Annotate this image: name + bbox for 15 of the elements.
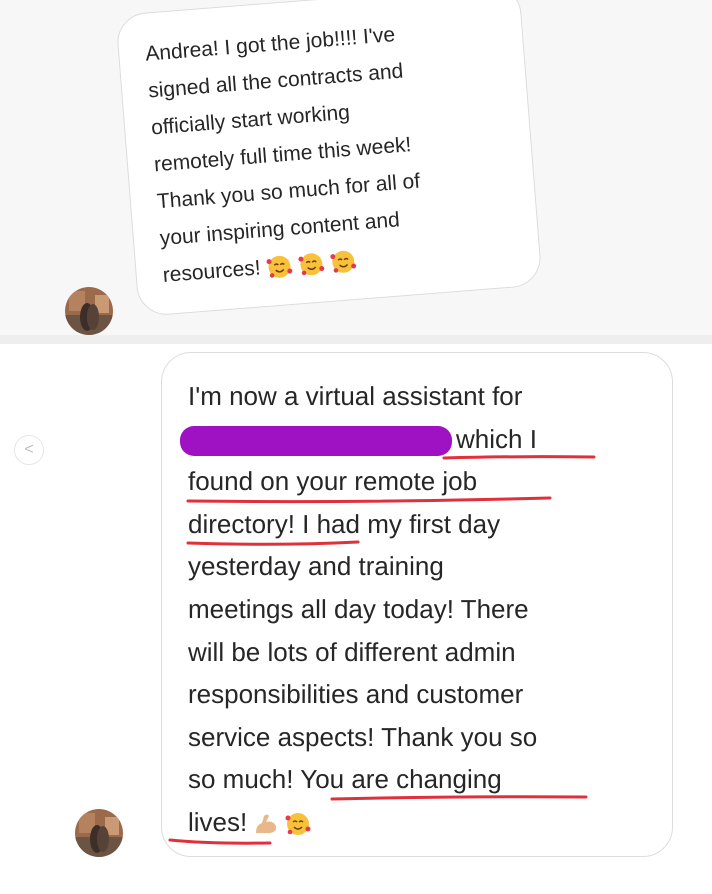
message-line: your inspiring content and xyxy=(159,208,401,250)
smiling-face-icon xyxy=(285,811,312,838)
message-line: service aspects! Thank you so xyxy=(188,722,538,752)
message-line: yesterday and training xyxy=(188,551,444,582)
message-line: responsibilities and customer xyxy=(188,679,524,710)
message-line: I'm now a virtual assistant for xyxy=(188,381,522,411)
message-line: will be lots of different admin xyxy=(188,636,516,667)
message-line: resources! xyxy=(162,256,262,287)
message-line: which I xyxy=(456,424,537,454)
message-line: directory! I had my first day xyxy=(188,508,500,539)
message-line: so much! You are changing xyxy=(188,764,502,794)
message-line: officially start working xyxy=(150,100,351,140)
message-line: meetings all day today! There xyxy=(188,594,529,624)
message-line: found on your remote job xyxy=(188,466,478,496)
message-line: lives! xyxy=(188,806,248,837)
